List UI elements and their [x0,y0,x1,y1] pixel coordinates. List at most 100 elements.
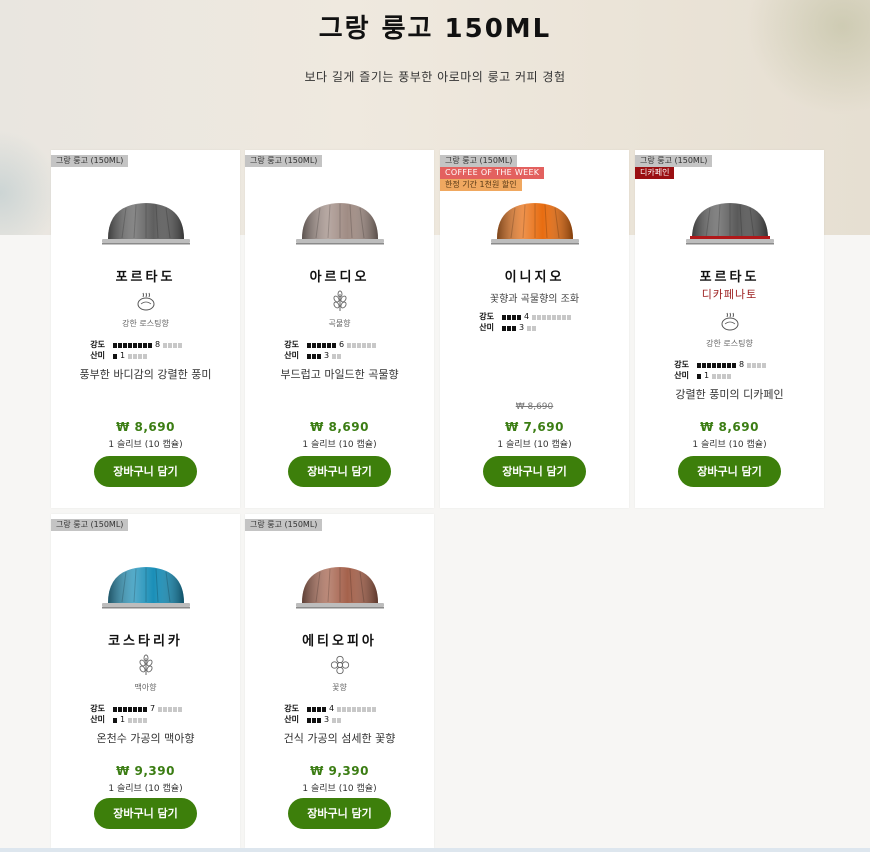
meter-label: 강도 [90,704,105,713]
flower-icon [329,654,351,676]
meter-segment-filled [138,343,142,348]
meter-value: 7 [150,704,156,713]
meter-segment-empty [752,363,756,368]
meter-bars-remaining [337,707,377,712]
meter-segment-filled [317,354,321,359]
capsule-image[interactable] [100,198,192,248]
grain-icon [135,654,157,676]
intensity-meter: 강도 8 [635,360,824,370]
product-card[interactable]: 그랑 룽고 (150ML) COFFEE OF THE WEEK 한정 기간 1천원… [440,150,629,508]
intensity-meter: 강도 8 [51,340,240,350]
meter-segment-filled [113,343,117,348]
product-card[interactable]: 그랑 룽고 (150ML) 코스타리카 맥아향 강도 7 산미 1 온천수 가공의 맥아향 ₩ … [51,514,240,848]
meter-value: 6 [339,340,345,349]
meter-segment-empty [337,707,341,712]
meter-segment-empty [332,718,336,723]
meter-bars [502,326,517,331]
meter-segment-filled [312,354,316,359]
product-card[interactable]: 그랑 룽고 (150ML) 에티오피아 꽃향 강도 4 산미 3 건식 가공의 섬세한 꽃향 ₩… [245,514,434,848]
product-card[interactable]: 그랑 룽고 (150ML) 아르디오 곡물향 강도 6 산미 3 부드럽고 마일드한 곡물향 ₩… [245,150,434,508]
meter-bars-remaining [128,354,148,359]
product-price: ₩ 7,690 [505,420,564,434]
meter-segment-filled [512,315,516,320]
meter-segment-empty [532,315,536,320]
category-tag: 그랑 룽고 (150ML) [440,155,518,167]
meter-bars [307,343,337,348]
meter-segment-filled [138,707,142,712]
aroma-description: 꽃향과 곡물향의 조화 [489,294,580,305]
meter-segment-empty [552,315,556,320]
meter-segment-filled [317,343,321,348]
meter-label: 강도 [90,340,105,349]
meter-segment-filled [307,354,311,359]
capsule-image[interactable] [100,562,192,612]
add-to-cart-button[interactable]: 장바구니 담기 [288,798,391,829]
product-price: ₩ 8,690 [700,420,759,434]
meter-segment-empty [133,354,137,359]
meter-bars-remaining [332,354,342,359]
unit-info: 1 슬리브 (10 캡슐) [692,440,767,450]
capsule-image[interactable] [294,198,386,248]
capsule-image[interactable] [684,198,776,248]
product-card[interactable]: 그랑 룽고 (150ML) 포르타도 강한 로스팅향 강도 8 산미 1 풍부한 바디감의 강… [51,150,240,508]
meter-label: 산미 [284,715,299,724]
meter-segment-empty [532,326,536,331]
meter-segment-filled [717,363,721,368]
acidity-meter: 산미 1 [51,715,240,725]
meter-segment-empty [337,718,341,723]
product-name[interactable]: 포르타도 [635,266,824,285]
grain-icon [329,290,351,312]
category-tag: 그랑 룽고 (150ML) [51,155,129,167]
intensity-meter: 강도 7 [51,704,240,714]
product-name[interactable]: 아르디오 [245,266,434,285]
product-price: ₩ 8,690 [310,420,369,434]
meter-segment-empty [547,315,551,320]
capsule-image[interactable] [489,198,581,248]
meter-segment-filled [133,707,137,712]
add-to-cart-button[interactable]: 장바구니 담기 [288,456,391,487]
meter-segment-empty [133,718,137,723]
unit-info: 1 슬리브 (10 캡슐) [108,784,183,794]
capsule-image[interactable] [294,562,386,612]
meter-segment-empty [357,343,361,348]
product-card[interactable]: 그랑 룽고 (150ML) 디카페인 포르타도 디카페나토 강한 로스팅향 강도 8 산미 1 강… [635,150,824,508]
add-to-cart-button[interactable]: 장바구니 담기 [483,456,586,487]
aroma-label: 강한 로스팅향 [706,339,753,348]
unit-info: 1 슬리브 (10 캡슐) [302,440,377,450]
product-subname: 디카페나토 [701,288,758,301]
meter-segment-empty [143,354,147,359]
add-to-cart-button[interactable]: 장바구니 담기 [678,456,781,487]
meter-segment-filled [722,363,726,368]
add-to-cart-button[interactable]: 장바구니 담기 [94,798,197,829]
meter-label: 강도 [284,340,299,349]
meter-bars-remaining [158,707,183,712]
product-name[interactable]: 코스타리카 [51,630,240,649]
meter-segment-empty [757,363,761,368]
product-description: 강렬한 풍미의 디카페인 [675,388,784,401]
add-to-cart-button[interactable]: 장바구니 담기 [94,456,197,487]
meter-segment-empty [722,374,726,379]
meter-segment-filled [312,707,316,712]
product-name[interactable]: 에티오피아 [245,630,434,649]
meter-segment-empty [712,374,716,379]
roast-cup-icon [719,310,741,332]
meter-segment-filled [143,343,147,348]
meter-value: 4 [329,704,335,713]
meter-segment-filled [312,343,316,348]
meter-segment-filled [517,315,521,320]
meter-segment-empty [762,363,766,368]
meter-segment-filled [727,363,731,368]
meter-segment-filled [322,707,326,712]
meter-bars [113,707,148,712]
product-description: 풍부한 바디감의 강렬한 풍미 [79,368,212,381]
meter-segment-empty [557,315,561,320]
meter-bars [113,354,118,359]
meter-bars [307,354,322,359]
meter-segment-filled [307,343,311,348]
product-name[interactable]: 포르타도 [51,266,240,285]
acidity-meter: 산미 3 [440,323,629,333]
page-subtitle: 보다 길게 즐기는 풍부한 아로마의 룽고 커피 경험 [304,70,566,84]
product-name[interactable]: 이니지오 [440,266,629,285]
meter-segment-filled [317,707,321,712]
meter-segment-empty [143,718,147,723]
